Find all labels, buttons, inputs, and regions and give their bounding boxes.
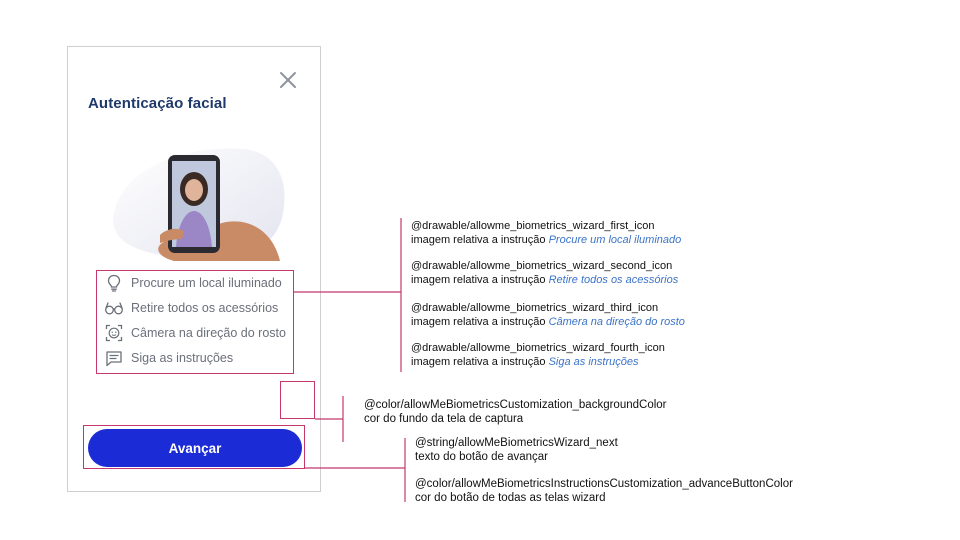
instruction-label: Procure um local iluminado — [131, 276, 282, 290]
instruction-item-camera: Câmera na direção do rosto — [104, 323, 286, 343]
annotation-first-icon: @drawable/allowme_biometrics_wizard_firs… — [411, 219, 681, 247]
annotation-next-string: @string/allowMeBiometricsWizard_next tex… — [415, 436, 618, 464]
annotation-desc: imagem relativa a instrução — [411, 274, 546, 286]
annotation-desc: cor do botão de todas as telas wizard — [415, 492, 606, 504]
instruction-item-light: Procure um local iluminado — [104, 273, 282, 293]
annotation-second-icon: @drawable/allowme_biometrics_wizard_seco… — [411, 259, 678, 287]
annotation-resource: @color/allowMeBiometricsCustomization_ba… — [364, 399, 667, 411]
page-title: Autenticação facial — [88, 95, 227, 112]
annotation-instruction: Retire todos os acessórios — [548, 274, 679, 286]
instruction-item-follow: Siga as instruções — [104, 348, 233, 368]
chat-icon — [104, 348, 124, 368]
annotation-fourth-icon: @drawable/allowme_biometrics_wizard_four… — [411, 341, 665, 369]
annotation-instruction: Câmera na direção do rosto — [548, 316, 685, 328]
annotation-resource: @drawable/allowme_biometrics_wizard_firs… — [411, 220, 655, 232]
annotation-background-color: @color/allowMeBiometricsCustomization_ba… — [364, 398, 667, 426]
close-icon[interactable] — [278, 70, 298, 90]
annotation-desc: imagem relativa a instrução — [411, 356, 546, 368]
annotation-desc: imagem relativa a instrução — [411, 316, 546, 328]
lightbulb-icon — [104, 273, 124, 293]
annotation-button-color: @color/allowMeBiometricsInstructionsCust… — [415, 477, 793, 505]
advance-button[interactable]: Avançar — [88, 429, 302, 467]
annotation-desc: texto do botão de avançar — [415, 451, 548, 463]
background-highlight-box — [280, 381, 315, 419]
annotation-resource: @drawable/allowme_biometrics_wizard_four… — [411, 342, 665, 354]
instruction-label: Siga as instruções — [131, 351, 234, 365]
annotation-third-icon: @drawable/allowme_biometrics_wizard_thir… — [411, 301, 685, 329]
instruction-item-accessories: Retire todos os acessórios — [104, 298, 278, 318]
annotation-desc: cor do fundo da tela de captura — [364, 413, 524, 425]
selfie-illustration — [104, 143, 290, 261]
instruction-label: Câmera na direção do rosto — [131, 326, 286, 340]
annotation-instruction: Procure um local iluminado — [548, 234, 682, 246]
annotation-resource: @drawable/allowme_biometrics_wizard_thir… — [411, 302, 659, 314]
glasses-icon — [104, 298, 124, 318]
annotation-resource: @color/allowMeBiometricsInstructionsCust… — [415, 478, 793, 490]
annotation-desc: imagem relativa a instrução — [411, 234, 546, 246]
annotation-resource: @string/allowMeBiometricsWizard_next — [415, 437, 618, 449]
annotation-resource: @drawable/allowme_biometrics_wizard_seco… — [411, 260, 673, 272]
face-frame-icon — [104, 323, 124, 343]
instruction-label: Retire todos os acessórios — [131, 301, 279, 315]
annotation-instruction: Siga as instruções — [548, 356, 639, 368]
